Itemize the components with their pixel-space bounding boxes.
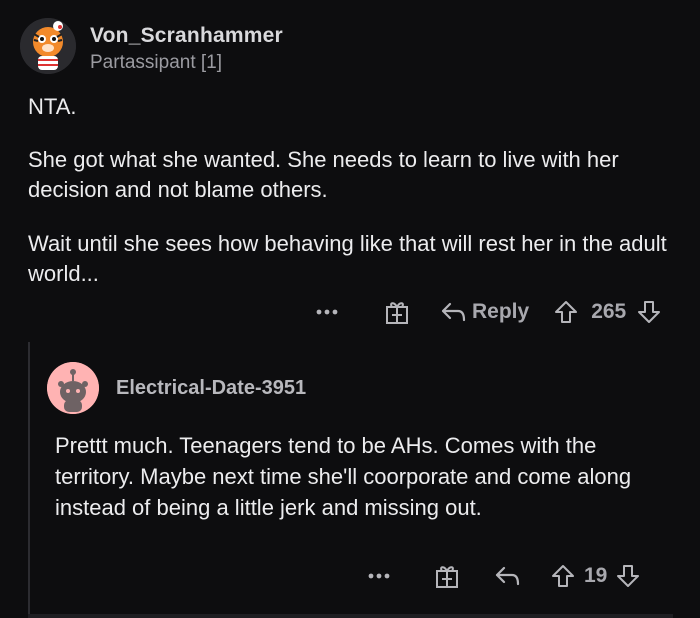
upvote-arrow-icon — [552, 565, 574, 587]
gift-icon — [436, 566, 458, 588]
upvote-arrow-icon — [555, 301, 578, 323]
reply-user-avatar[interactable] — [47, 362, 99, 414]
vote-score: 19 — [584, 564, 608, 587]
reply-button[interactable] — [494, 565, 520, 587]
snoo-avatar-icon — [47, 362, 99, 414]
reply-username[interactable]: Electrical-Date-3951 — [116, 377, 306, 400]
user-flair: Partassipant [1] — [90, 52, 223, 73]
reply-body: Prettt much. Teenagers tend to be AHs. C… — [55, 433, 632, 520]
avatar-tiger-icon — [20, 18, 76, 74]
more-button[interactable] — [312, 308, 342, 316]
gift-icon — [386, 302, 408, 324]
divider — [28, 614, 673, 618]
comment-username[interactable]: Von_Scranhammer — [90, 24, 283, 48]
reply-arrow-icon — [441, 302, 466, 322]
upvote-button[interactable] — [553, 299, 579, 325]
reply-arrow-icon — [495, 566, 520, 586]
downvote-button[interactable] — [636, 299, 662, 325]
upvote-button[interactable] — [550, 563, 576, 589]
downvote-arrow-icon — [638, 301, 661, 323]
thread-line[interactable] — [28, 342, 30, 618]
comment-paragraph: NTA. — [28, 94, 77, 119]
reply-button[interactable]: Reply — [440, 300, 529, 324]
comment-actions: Reply 265 — [312, 296, 662, 328]
comment-paragraph: Wait until she sees how behaving like th… — [28, 231, 667, 286]
award-button[interactable] — [384, 299, 410, 325]
comment-paragraph: She got what she wanted. She needs to le… — [28, 147, 619, 202]
more-dots-icon — [368, 573, 390, 579]
vote-score: 265 — [591, 300, 627, 323]
downvote-arrow-icon — [617, 565, 640, 587]
more-button[interactable] — [366, 572, 392, 580]
user-avatar[interactable] — [20, 18, 76, 74]
reply-label: Reply — [472, 300, 530, 323]
award-button[interactable] — [434, 563, 460, 589]
reply-actions: 19 — [366, 560, 641, 592]
more-dots-icon — [316, 309, 338, 315]
downvote-button[interactable] — [615, 563, 641, 589]
